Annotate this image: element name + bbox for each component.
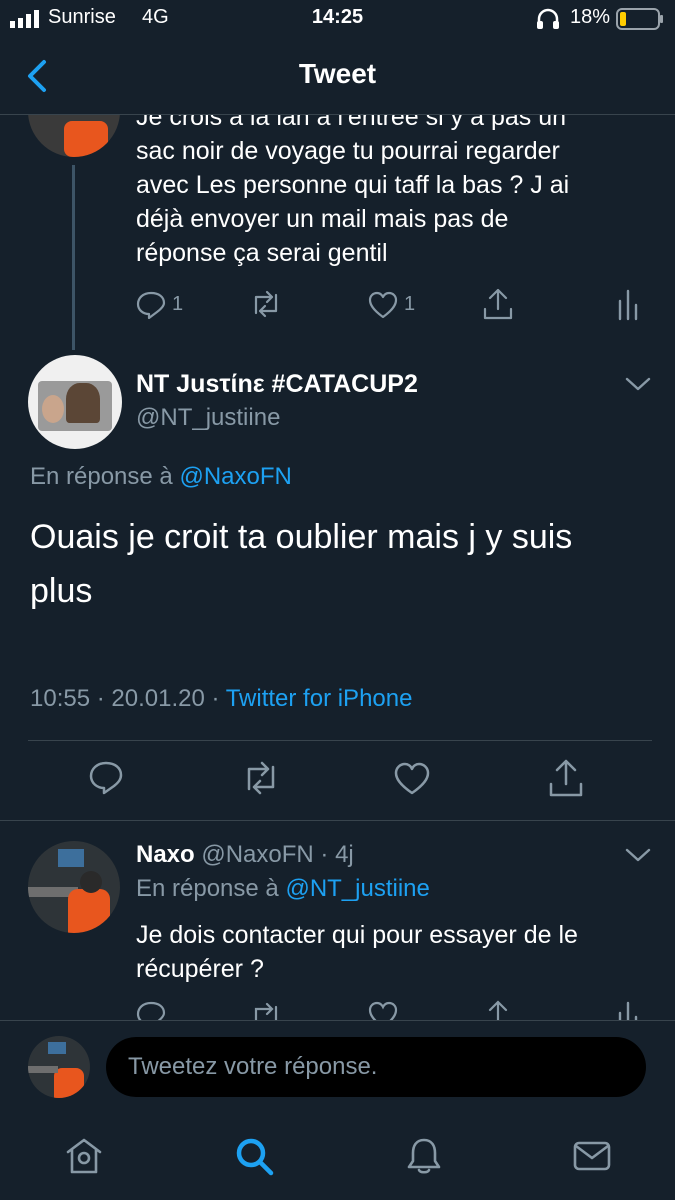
headphones-icon [537, 8, 559, 29]
my-avatar[interactable] [28, 1036, 90, 1098]
retweet-button[interactable] [248, 289, 288, 321]
tweet-text: Je dois contacter qui pour essayer de le… [136, 918, 656, 986]
chevron-down-icon [625, 377, 651, 391]
tweet-text-line: Je dois contacter qui pour essayer de le [136, 921, 578, 949]
more-options-button[interactable] [624, 374, 652, 394]
main-tweet: NT Jusτίnε #CATACUP2 @NT_justiine En rép… [0, 350, 675, 820]
reply-context: En réponse à @NaxoFN [30, 463, 292, 491]
retweet-icon [247, 761, 275, 795]
avatar[interactable] [28, 841, 120, 933]
share-icon[interactable] [482, 999, 514, 1020]
display-name[interactable]: NT Jusτίnε #CATACUP2 [136, 370, 418, 399]
tweet-text-line: plus [30, 572, 93, 610]
tab-bar [0, 1120, 675, 1200]
heart-icon [368, 291, 398, 319]
reply-count: 1 [172, 293, 184, 315]
user-handle[interactable]: @NT_justiine [136, 404, 280, 432]
analytics-icon[interactable] [616, 999, 640, 1020]
tweet-text-line: sac noir de voyage tu pourrai regarder [136, 137, 560, 165]
tab-home[interactable] [64, 1136, 104, 1176]
tweet-text-line: déjà envoyer un mail mais pas de [136, 205, 509, 233]
like-button[interactable] [394, 762, 430, 796]
reply-context-label: En réponse à [30, 463, 173, 490]
tab-notifications[interactable] [404, 1136, 444, 1176]
heart-icon[interactable] [368, 1001, 398, 1020]
tweet-meta: 10:55 · 20.01.20 · Twitter for iPhone [30, 685, 412, 713]
reply-input[interactable]: Tweetez votre réponse. [106, 1037, 646, 1097]
analytics-button[interactable] [616, 287, 640, 321]
reply-icon[interactable] [136, 1001, 166, 1020]
battery-icon [616, 8, 663, 30]
tweet-text-line: avec Les personne qui taff la bas ? J ai [136, 171, 570, 199]
messages-icon [573, 1141, 611, 1171]
reply-tweet[interactable]: Naxo @NaxoFN · 4j En réponse à @NT_justi… [0, 821, 675, 1020]
reply-button[interactable]: 1 [136, 289, 196, 321]
share-button[interactable] [547, 758, 585, 798]
tweet-text-line: récupérer ? [136, 955, 264, 983]
analytics-icon [618, 289, 638, 321]
reply-context-label: En réponse à [136, 875, 279, 902]
page-title: Tweet [298, 58, 377, 89]
notifications-icon [407, 1138, 441, 1174]
avatar[interactable] [28, 355, 122, 449]
reply-button[interactable] [88, 760, 124, 796]
handle-and-time: @NaxoFN · 4j [201, 841, 354, 868]
reply-context: En réponse à @NT_justiine [136, 875, 430, 903]
reply-to-link[interactable]: @NaxoFN [179, 463, 291, 490]
thread-line [72, 165, 75, 350]
retweet-icon [254, 290, 278, 318]
heart-icon [394, 762, 430, 795]
tweet-timestamp: 10:55 · 20.01.20 · [30, 685, 226, 712]
reply-icon [89, 761, 123, 795]
share-icon [483, 288, 513, 320]
reply-to-link[interactable]: @NT_justiine [285, 875, 429, 902]
tweet-actions [136, 999, 656, 1020]
divider [28, 740, 652, 741]
more-options-button[interactable] [624, 845, 652, 865]
home-icon [66, 1138, 102, 1174]
tweet-text-line: réponse ça serai gentil [136, 239, 388, 267]
tweet-text: Je crois à la lan à l'entrée si y a pas … [136, 115, 656, 270]
share-icon [549, 759, 583, 797]
like-count: 1 [404, 293, 416, 315]
tweet-text-line: Ouais je croit ta oublier mais j y suis [30, 518, 573, 556]
display-name[interactable]: Naxo [136, 841, 195, 868]
tweet-actions: 1 1 [136, 285, 656, 325]
avatar[interactable] [28, 115, 120, 157]
like-button[interactable]: 1 [368, 289, 428, 321]
search-icon [236, 1138, 274, 1176]
tab-messages[interactable] [572, 1138, 612, 1174]
tweet-header: Naxo @NaxoFN · 4j [136, 841, 354, 869]
share-button[interactable] [482, 287, 514, 321]
tab-search[interactable] [234, 1136, 274, 1176]
retweet-icon[interactable] [248, 1001, 284, 1020]
chevron-down-icon [625, 848, 651, 862]
tweet-text: Ouais je croit ta oublier mais j y suis … [30, 510, 650, 618]
tweet-text-line: Je crois à la lan à l'entrée si y a pas … [136, 115, 567, 131]
tweet-source-link[interactable]: Twitter for iPhone [226, 685, 413, 712]
divider [0, 1020, 675, 1021]
battery-percent: 18% [570, 6, 611, 28]
reply-icon [136, 291, 166, 319]
retweet-button[interactable] [240, 760, 282, 796]
status-bar: Sunrise 4G 14:25 18% [0, 0, 675, 40]
parent-tweet[interactable]: Je crois à la lan à l'entrée si y a pas … [0, 115, 675, 350]
